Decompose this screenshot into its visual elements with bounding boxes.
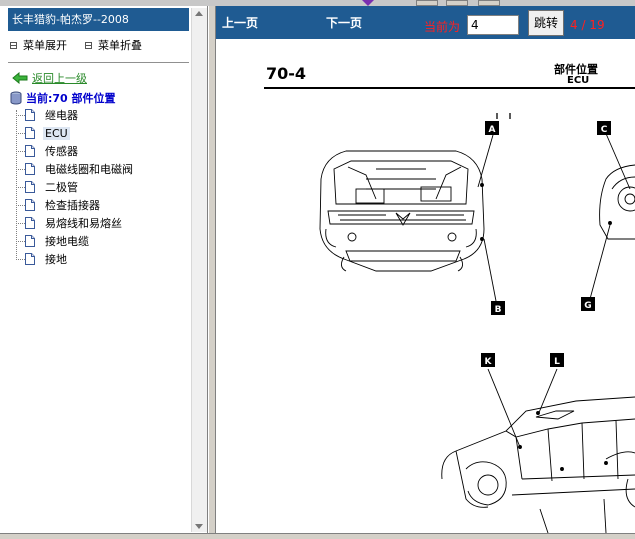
tree-branch-line (16, 150, 25, 152)
current-page-label: 当前为 (424, 20, 461, 34)
callout-l: L (554, 357, 560, 367)
tree-item-label: 接地 (45, 253, 67, 266)
tree-branch-line (16, 240, 25, 242)
asterisk-mark (496, 113, 511, 119)
tree-branch-line (16, 186, 25, 188)
tree-item[interactable]: 电磁线圈和电磁阀 (16, 160, 135, 178)
tree-branch-line (16, 204, 25, 206)
tree-item-label: 继电器 (45, 109, 78, 122)
callout-b: B (495, 305, 502, 315)
jump-button[interactable]: 跳转 (528, 10, 564, 36)
scroll-up-icon[interactable] (195, 11, 203, 16)
tree-item[interactable]: 传感器 (16, 142, 80, 160)
expand-menu-label: 菜单展开 (23, 39, 67, 52)
tree-item[interactable]: 继电器 (16, 106, 80, 124)
tree-item[interactable]: 易熔线和易熔丝 (16, 214, 124, 232)
expand-box-icon (10, 41, 17, 49)
callout-a: A (489, 125, 496, 135)
back-arrow-icon (12, 72, 28, 84)
bottom-window-strip (0, 533, 635, 539)
callout-k: K (485, 357, 493, 367)
callout-g: G (584, 301, 591, 311)
current-node: 当前:70 部件位置 (10, 90, 116, 106)
callout-c: C (601, 125, 608, 135)
document-icon (25, 199, 35, 211)
document-icon (25, 181, 35, 193)
document-icon (25, 127, 35, 139)
tree-item[interactable]: 接地 (16, 250, 69, 268)
tree-item-label: ECU (43, 126, 70, 140)
tree-branch-line (16, 114, 25, 116)
tree-branch-line (16, 222, 25, 224)
tree-item[interactable]: ECU (16, 124, 70, 142)
tree-branch-line (16, 168, 25, 170)
page-nav-bar: 上一页 下一页 当前为 跳转 4 / 19 (216, 6, 635, 39)
collapse-menu-label: 菜单折叠 (98, 39, 142, 52)
document-icon (25, 109, 35, 121)
next-page-button[interactable]: 下一页 (326, 14, 362, 31)
collapse-box-icon (85, 41, 92, 49)
tree-item[interactable]: 接地电缆 (16, 232, 91, 250)
collapse-menu-control[interactable]: 菜单折叠 (85, 37, 142, 53)
back-link-label[interactable]: 返回上一级 (32, 70, 87, 86)
scroll-down-icon[interactable] (195, 524, 203, 529)
back-link[interactable]: 返回上一级 (12, 70, 87, 86)
database-icon (10, 91, 22, 105)
tree-title: 长丰猎豹-帕杰罗--2008 (8, 8, 189, 31)
document-icon (25, 235, 35, 247)
component-location-drawing: A B C G K L (319, 113, 635, 533)
tree-item-label: 检查插接器 (45, 199, 100, 212)
tree-item-label: 二极管 (45, 181, 78, 194)
tree-item[interactable]: 二极管 (16, 178, 80, 196)
document-icon (25, 145, 35, 157)
document-icon (25, 253, 35, 265)
tree-item-label: 接地电缆 (45, 235, 89, 248)
tree-divider (8, 62, 189, 63)
document-icon (25, 163, 35, 175)
tree-branch-line (16, 258, 25, 260)
document-icon (25, 217, 35, 229)
pane-splitter[interactable] (208, 6, 216, 533)
tree-item[interactable]: 检查插接器 (16, 196, 102, 214)
tree-pane: 长丰猎豹-帕杰罗--2008 菜单展开 菜单折叠 返回上一级 当前:70 部件位… (0, 6, 208, 533)
tree-scrollbar[interactable] (191, 8, 207, 532)
document-page: 70-4 部件位置 ECU A B C G K L (216, 39, 635, 533)
prev-page-button[interactable]: 上一页 (222, 14, 258, 31)
tree-item-label: 传感器 (45, 145, 78, 158)
page-number-input[interactable] (467, 15, 519, 35)
current-node-label: 当前:70 部件位置 (26, 92, 116, 105)
document-pane: 上一页 下一页 当前为 跳转 4 / 19 70-4 部件位置 ECU (216, 6, 635, 533)
tree-item-label: 电磁线圈和电磁阀 (45, 163, 133, 176)
tree-branch-line (16, 132, 25, 134)
expand-menu-control[interactable]: 菜单展开 (10, 37, 67, 53)
page-count: 4 / 19 (570, 18, 605, 32)
tree-item-label: 易熔线和易熔丝 (45, 217, 122, 230)
